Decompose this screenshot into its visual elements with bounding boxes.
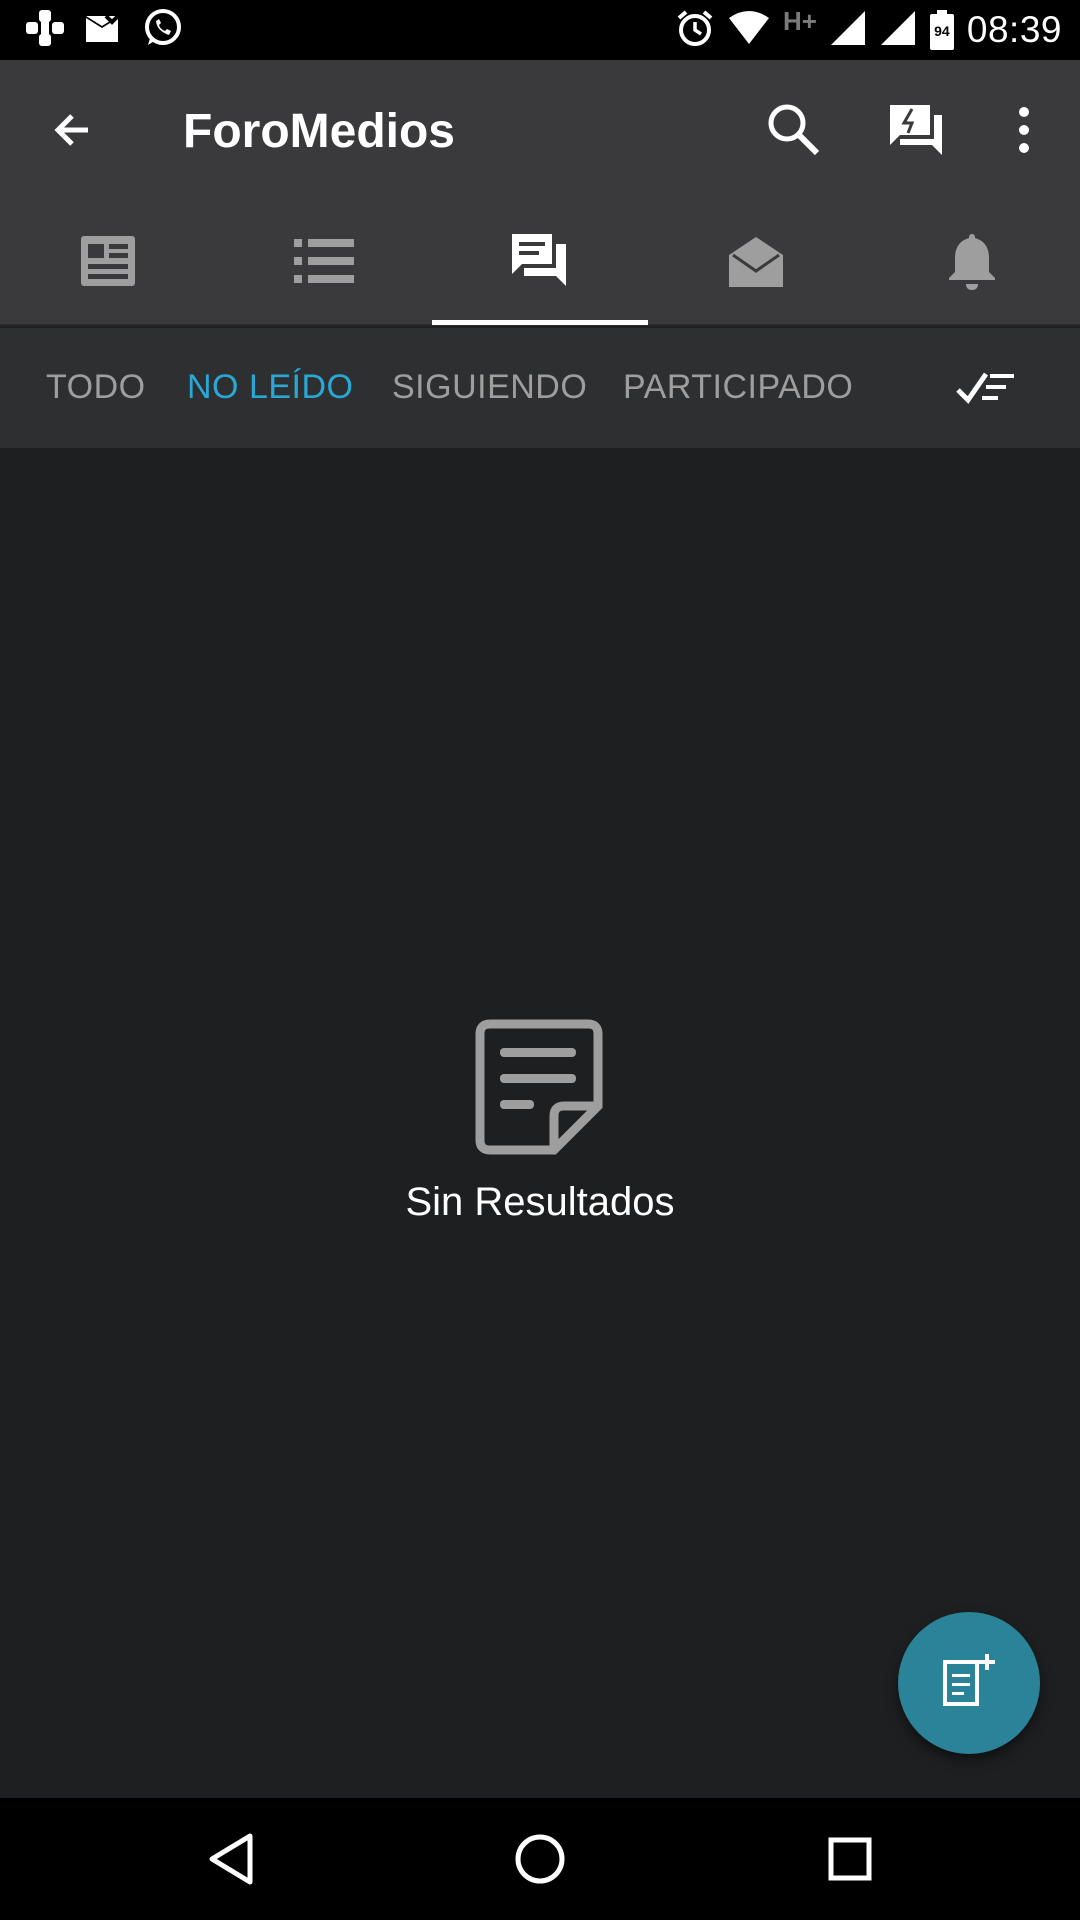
- new-post-button[interactable]: [898, 1612, 1040, 1754]
- wifi-icon: [727, 10, 771, 51]
- list-icon: [294, 238, 354, 288]
- alarm-icon: [675, 8, 715, 53]
- back-triangle-icon[interactable]: [186, 1818, 276, 1900]
- page-title: ForoMedios: [183, 105, 455, 158]
- arrow-back-icon[interactable]: [36, 94, 108, 166]
- status-bar: H+ 94 08:39: [0, 0, 1080, 60]
- filter-unread[interactable]: NO LEÍDO: [187, 368, 353, 407]
- tab-bar: [0, 200, 1080, 326]
- search-icon[interactable]: [758, 94, 830, 166]
- signal-icon: [879, 9, 917, 52]
- more-vert-icon[interactable]: [988, 94, 1060, 166]
- tab-indicator: [432, 320, 648, 325]
- mark-all-read-button[interactable]: [952, 356, 1020, 424]
- game-controller-icon: [24, 8, 66, 53]
- recents-square-icon[interactable]: [805, 1818, 895, 1900]
- clock: 08:39: [966, 9, 1062, 50]
- checklist-icon: [956, 368, 1016, 413]
- filter-participated[interactable]: PARTICIPADO: [623, 368, 853, 407]
- note-icon: [470, 1018, 610, 1158]
- forum-icon: [510, 232, 570, 295]
- whatsapp-icon: [142, 7, 184, 54]
- tab-forum[interactable]: [432, 200, 648, 326]
- signal-icon: [829, 9, 867, 52]
- app-bar: ForoMedios: [0, 60, 1080, 200]
- drafts-icon: [727, 233, 785, 294]
- filter-all[interactable]: TODO: [46, 368, 146, 407]
- filter-following[interactable]: SIGUIENDO: [392, 368, 587, 407]
- new-post-icon: [941, 1652, 997, 1715]
- mail-check-icon: [84, 10, 124, 51]
- topic-list: Sin Resultados: [0, 448, 1080, 1798]
- navigation-bar: [0, 1798, 1080, 1920]
- newspaper-icon: [79, 234, 137, 293]
- home-circle-icon[interactable]: [495, 1818, 585, 1900]
- tab-list[interactable]: [216, 200, 432, 326]
- battery-icon: 94: [929, 10, 955, 50]
- tab-news[interactable]: [0, 200, 216, 326]
- forum-alert-icon[interactable]: [880, 94, 952, 166]
- network-type: H+: [782, 6, 817, 36]
- tab-notifications[interactable]: [864, 200, 1080, 326]
- bell-icon: [947, 232, 997, 295]
- battery-level: 94: [934, 23, 950, 39]
- filter-bar: TODO NO LEÍDO SIGUIENDO PARTICIPADO: [0, 328, 1080, 448]
- tab-messages[interactable]: [648, 200, 864, 326]
- empty-state-text: Sin Resultados: [405, 1180, 675, 1224]
